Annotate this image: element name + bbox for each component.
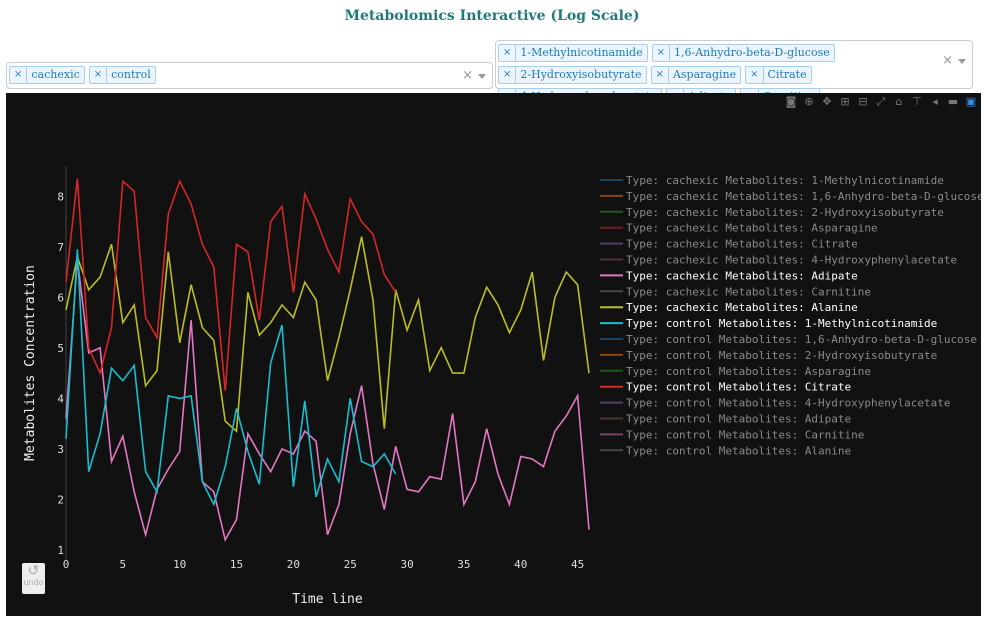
- legend-item[interactable]: Type: cachexic Metabolites: Carnitine: [626, 285, 871, 298]
- autoscale-icon[interactable]: ⤢: [875, 96, 887, 108]
- zoom-in-icon[interactable]: ⊞: [839, 96, 851, 108]
- x-tick-label: 15: [230, 558, 243, 571]
- y-tick-label: 4: [57, 392, 64, 405]
- legend-item[interactable]: Type: control Metabolites: Alanine: [626, 444, 851, 457]
- metabolite-chevron-down-icon[interactable]: [958, 59, 966, 64]
- type-clear-icon[interactable]: ×: [462, 68, 473, 83]
- legend-item[interactable]: Type: cachexic Metabolites: 2-Hydroxyiso…: [626, 206, 944, 219]
- camera-icon[interactable]: ◙: [785, 96, 797, 108]
- metabolite-tag: × Citrate: [745, 66, 812, 84]
- metabolite-tag-label: 2-Hydroxyisobutyrate: [520, 68, 642, 81]
- plot-area[interactable]: 0 5 10 15 20 25 30 35 40 45 1 2 3 4 5 6 7 8 Time line Metab…: [6, 93, 984, 616]
- type-tag: × control: [88, 66, 156, 84]
- x-axis-title: Time line: [292, 592, 363, 607]
- type-tag: × cachexic: [9, 66, 85, 84]
- legend-item[interactable]: Type: control Metabolites: 4-Hydroxyphen…: [626, 397, 951, 410]
- y-tick-label: 8: [57, 190, 64, 203]
- undo-icon: ↺: [27, 563, 40, 579]
- metabolite-dropdown[interactable]: × 1-Methylnicotinamide × 1,6-Anhydro-beta-D…: [495, 40, 973, 106]
- undo-button[interactable]: ↺ undo: [22, 563, 45, 594]
- x-tick-label: 25: [344, 558, 357, 571]
- x-tick-label: 10: [173, 558, 186, 571]
- x-tick-label: 35: [457, 558, 470, 571]
- type-dropdown[interactable]: × cachexic × control ×: [6, 62, 493, 89]
- legend-item[interactable]: Type: control Metabolites: 1,6-Anhydro-b…: [626, 333, 977, 346]
- metabolite-tag-label: 1,6-Anhydro-beta-D-glucose: [673, 46, 830, 59]
- metabolite-tag-remove-icon[interactable]: ×: [499, 67, 517, 83]
- modebar: ◙ ⊕ ✥ ⊞ ⊟ ⤢ ⌂ ⊤ ◂ ▬ ▣: [785, 96, 977, 108]
- legend-item[interactable]: Type: cachexic Metabolites: 1,6-Anhydro-…: [626, 190, 984, 203]
- legend-item[interactable]: Type: cachexic Metabolites: 1-Methylnico…: [626, 174, 944, 187]
- type-tag-label: control: [111, 68, 151, 81]
- y-tick-label: 1: [57, 544, 64, 557]
- x-tick-label: 30: [400, 558, 413, 571]
- type-tag-remove-icon[interactable]: ×: [90, 67, 108, 83]
- metabolite-tag-remove-icon[interactable]: ×: [652, 67, 669, 83]
- hover-compare-icon[interactable]: ▬: [947, 96, 959, 108]
- pan-icon[interactable]: ✥: [821, 96, 833, 108]
- type-tag-label: cachexic: [31, 68, 80, 81]
- plotly-logo-icon[interactable]: ▣: [965, 96, 977, 108]
- zoom-out-icon[interactable]: ⊟: [857, 96, 869, 108]
- x-tick-label: 20: [287, 558, 300, 571]
- type-tag-list: × cachexic × control: [9, 65, 454, 87]
- legend-item[interactable]: Type: control Metabolites: 1-Methylnicot…: [626, 317, 937, 330]
- metabolite-tag: × 1-Methylnicotinamide: [498, 44, 648, 62]
- type-chevron-down-icon[interactable]: [478, 74, 486, 79]
- legend-item[interactable]: Type: cachexic Metabolites: Citrate: [626, 238, 858, 251]
- legend-item[interactable]: Type: cachexic Metabolites: Adipate: [626, 269, 858, 282]
- legend-item[interactable]: Type: cachexic Metabolites: Asparagine: [626, 222, 878, 235]
- spike-lines-icon[interactable]: ⊤: [911, 96, 923, 108]
- type-tag-remove-icon[interactable]: ×: [10, 67, 28, 83]
- legend-item[interactable]: Type: control Metabolites: Asparagine: [626, 365, 871, 378]
- legend-item[interactable]: Type: control Metabolites: Citrate: [626, 381, 851, 394]
- metabolite-tag: × 1,6-Anhydro-beta-D-glucose: [651, 44, 835, 62]
- undo-label: undo: [23, 578, 44, 587]
- x-tick-label: 40: [514, 558, 527, 571]
- metabolite-tag-remove-icon[interactable]: ×: [653, 45, 670, 61]
- metabolite-tag-label: Citrate: [767, 68, 807, 81]
- x-tick-label: 5: [120, 558, 127, 571]
- series-line[interactable]: [65, 236, 590, 433]
- legend-item[interactable]: Type: control Metabolites: Carnitine: [626, 428, 864, 441]
- y-tick-label: 2: [57, 493, 64, 506]
- metabolite-tag-remove-icon[interactable]: ×: [499, 45, 517, 61]
- line-chart[interactable]: 0 5 10 15 20 25 30 35 40 4512345678Time lineMetab…: [6, 93, 984, 616]
- y-axis-title: Metabolites Concentration: [23, 265, 38, 461]
- y-tick-label: 3: [57, 443, 64, 456]
- zoom-icon[interactable]: ⊕: [803, 96, 815, 108]
- x-tick-label: 0: [63, 558, 70, 571]
- y-tick-label: 5: [57, 342, 64, 355]
- series-line[interactable]: [65, 178, 397, 391]
- legend-item[interactable]: Type: control Metabolites: 2-Hydroxyisob…: [626, 349, 937, 362]
- metabolite-tag: × Asparagine: [650, 66, 742, 84]
- metabolite-tag: × 2-Hydroxyisobutyrate: [498, 66, 647, 84]
- legend-item[interactable]: Type: cachexic Metabolites: 4-Hydroxyphe…: [626, 254, 957, 267]
- metabolite-tag-label: Asparagine: [672, 68, 737, 81]
- series-line[interactable]: [65, 249, 397, 507]
- metabolite-clear-icon[interactable]: ×: [942, 53, 953, 68]
- page-title: Metabolomics Interactive (Log Scale): [344, 8, 640, 24]
- metabolite-tag-label: 1-Methylnicotinamide: [520, 46, 643, 59]
- y-tick-label: 6: [57, 291, 64, 304]
- legend-item[interactable]: Type: control Metabolites: Adipate: [626, 413, 851, 426]
- x-tick-label: 45: [571, 558, 584, 571]
- hover-closest-icon[interactable]: ◂: [929, 96, 941, 108]
- home-icon[interactable]: ⌂: [893, 96, 905, 108]
- y-tick-label: 7: [57, 241, 64, 254]
- metabolite-tag-remove-icon[interactable]: ×: [746, 67, 764, 83]
- legend-item[interactable]: Type: cachexic Metabolites: Alanine: [626, 301, 858, 314]
